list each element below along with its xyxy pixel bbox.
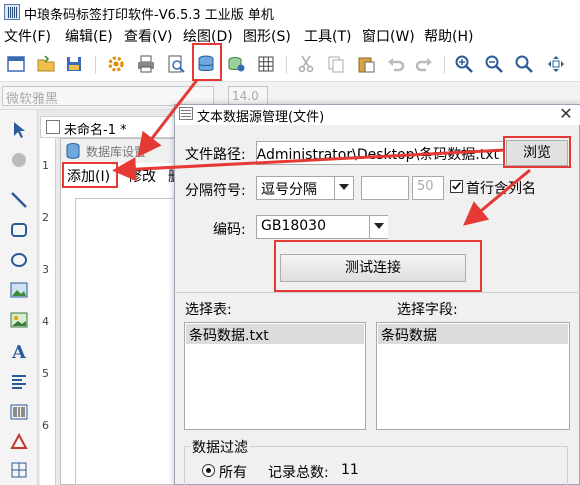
- zoom-out-icon[interactable]: [484, 54, 504, 74]
- list-item[interactable]: 条码数据: [378, 324, 568, 344]
- field-list[interactable]: 条码数据: [376, 322, 570, 430]
- drawing-toolbox: A: [0, 110, 38, 485]
- menu-window[interactable]: 窗口(W): [362, 26, 415, 46]
- barcode-tool-icon[interactable]: [9, 402, 29, 422]
- menu-edit[interactable]: 编辑(E): [65, 26, 113, 46]
- chevron-down-icon[interactable]: [369, 216, 388, 238]
- ruler-mark: 5: [42, 367, 49, 380]
- data-source-list[interactable]: [75, 198, 179, 485]
- edit-data-source-button[interactable]: 修改: [128, 166, 156, 186]
- separator-value: 逗号分隔: [261, 182, 317, 198]
- add-data-source-button[interactable]: 添加(I): [67, 166, 110, 186]
- zoom-actual-icon[interactable]: [514, 54, 534, 74]
- menu-tools[interactable]: 工具(T): [304, 26, 351, 46]
- font-size-select[interactable]: 14.0: [228, 86, 268, 106]
- table-list[interactable]: 条码数据.txt: [184, 322, 366, 430]
- ruler-mark: 2: [42, 211, 49, 224]
- file-path-value: ers\Administrator\Desktop\条码数据.txt: [256, 147, 499, 163]
- dialog-title: 文本数据源管理(文件): [197, 110, 325, 125]
- close-icon[interactable]: ✕: [556, 104, 576, 124]
- vertical-ruler: 1 2 3 4 5 6: [40, 138, 56, 485]
- database-icon: [66, 143, 80, 159]
- menu-view[interactable]: 查看(V): [124, 26, 173, 46]
- open-folder-icon[interactable]: [36, 54, 56, 74]
- paste-icon[interactable]: [356, 54, 376, 74]
- filter-all-radio[interactable]: [202, 464, 215, 477]
- first-row-label: 首行含列名: [466, 181, 536, 197]
- chevron-down-icon[interactable]: [334, 177, 353, 199]
- fit-page-icon[interactable]: [546, 54, 566, 74]
- database-settings-title: 数据库设置: [86, 145, 147, 159]
- ruler-mark: 1: [42, 159, 49, 172]
- pan-tool-icon[interactable]: [9, 150, 29, 170]
- zoom-in-icon[interactable]: [454, 54, 474, 74]
- menu-shape[interactable]: 图形(S): [243, 26, 291, 46]
- save-icon[interactable]: [64, 54, 84, 74]
- document-tab-label: 未命名-1 *: [64, 123, 127, 138]
- redo-icon[interactable]: [414, 54, 434, 74]
- picture-tool-icon[interactable]: [9, 310, 29, 330]
- ruler-mark: 6: [42, 419, 49, 432]
- app-barcode-icon: [4, 4, 20, 20]
- encoding-label: 编码:: [213, 222, 246, 238]
- record-count-label: 记录总数:: [268, 465, 329, 481]
- first-row-checkbox[interactable]: [450, 180, 463, 193]
- separator-number-field[interactable]: 50: [412, 176, 444, 200]
- database-link-icon[interactable]: [226, 54, 246, 74]
- pointer-tool-icon[interactable]: [9, 120, 29, 140]
- select-field-label: 选择字段:: [397, 302, 458, 318]
- new-document-icon[interactable]: [6, 54, 26, 74]
- file-path-field[interactable]: ers\Administrator\Desktop\条码数据.txt: [256, 141, 504, 165]
- cut-icon[interactable]: [296, 54, 316, 74]
- line-tool-icon[interactable]: [9, 190, 29, 210]
- filter-all-label: 所有: [219, 465, 247, 481]
- ruler-mark: 4: [42, 315, 49, 328]
- custom-separator-field[interactable]: [361, 176, 409, 200]
- menu-bar: 文件(F) 编辑(E) 查看(V) 绘图(D) 图形(S) 工具(T) 窗口(W…: [0, 24, 580, 46]
- rectangle-tool-icon[interactable]: [9, 220, 29, 240]
- menu-draw[interactable]: 绘图(D): [183, 26, 233, 46]
- font-name-select[interactable]: 微软雅黑: [2, 86, 214, 107]
- menu-help[interactable]: 帮助(H): [424, 26, 473, 46]
- ruler-mark: 3: [42, 263, 49, 276]
- document-icon: [46, 120, 60, 134]
- ellipse-tool-icon[interactable]: [9, 250, 29, 270]
- menu-file[interactable]: 文件(F): [4, 26, 51, 46]
- list-item[interactable]: 条码数据.txt: [186, 324, 364, 344]
- test-connection-button[interactable]: 测试连接: [280, 254, 466, 282]
- text-tool-icon[interactable]: A: [9, 342, 29, 363]
- print-icon[interactable]: [136, 54, 156, 74]
- copy-icon[interactable]: [326, 54, 346, 74]
- database-settings-icon[interactable]: [196, 54, 216, 74]
- grid-icon[interactable]: [256, 54, 276, 74]
- encoding-value: GB18030: [261, 218, 326, 234]
- record-count-value: 11: [341, 462, 359, 478]
- settings-gear-icon[interactable]: [106, 54, 126, 74]
- divider: [174, 292, 580, 293]
- undo-icon[interactable]: [386, 54, 406, 74]
- browse-button[interactable]: 浏览: [506, 140, 568, 166]
- file-path-label: 文件路径:: [185, 147, 246, 163]
- main-toolbar: [0, 46, 580, 82]
- image-tool-icon[interactable]: [9, 280, 29, 300]
- paragraph-tool-icon[interactable]: [9, 372, 29, 392]
- separator-label: 分隔符号:: [185, 183, 246, 199]
- dialog-document-icon: [179, 107, 193, 120]
- print-preview-icon[interactable]: [166, 54, 186, 74]
- table-tool-icon[interactable]: [9, 460, 29, 480]
- select-table-label: 选择表:: [185, 302, 232, 318]
- filter-label: 数据过滤: [190, 437, 250, 457]
- window-title: 中琅条码标签打印软件-V6.5.3 工业版 单机: [24, 8, 274, 23]
- shape-tool-icon[interactable]: [9, 432, 29, 452]
